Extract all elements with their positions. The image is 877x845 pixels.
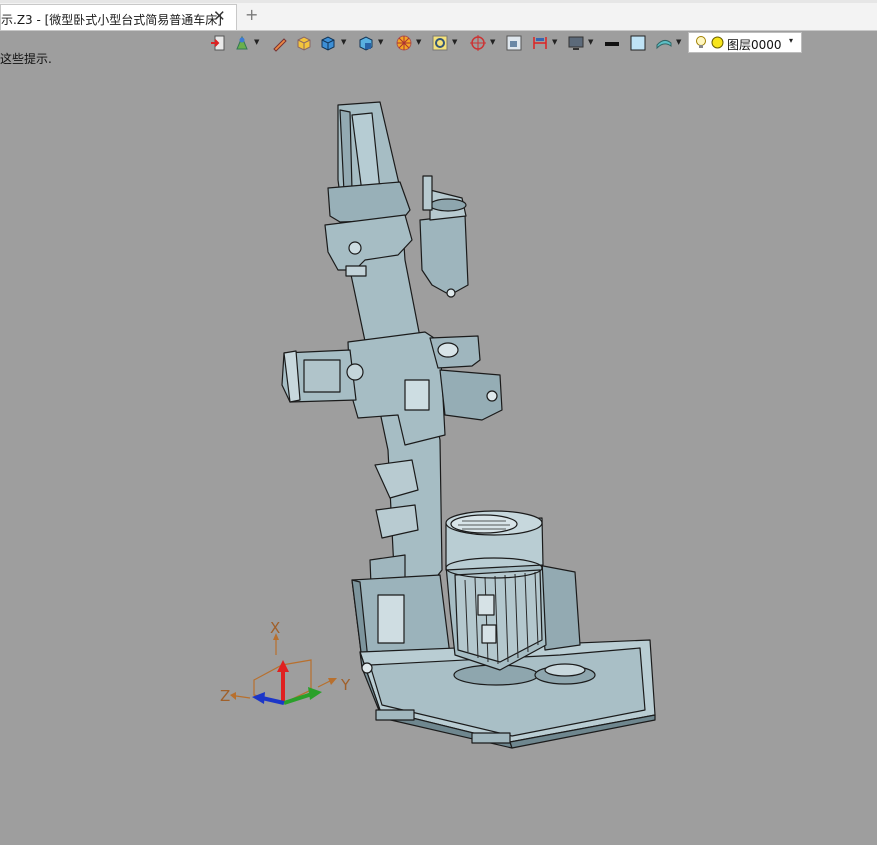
cube-section-icon[interactable] (357, 34, 375, 52)
lightbulb-icon[interactable] (694, 35, 708, 50)
box-icon[interactable] (295, 34, 313, 52)
paint-icon[interactable] (233, 34, 251, 52)
target-icon[interactable] (469, 34, 487, 52)
layer-status-icon[interactable] (711, 36, 724, 49)
chevron-down-icon[interactable]: ▼ (416, 38, 421, 46)
y-axis-arrow (283, 692, 313, 705)
x-axis-label: X (270, 619, 280, 637)
surface-icon[interactable] (655, 34, 673, 52)
chevron-down-icon[interactable]: ▼ (378, 38, 383, 46)
3d-viewport[interactable]: X Y Z (0, 70, 877, 845)
document-tab[interactable]: 示.Z3 - [微型卧式小型台式简易普通车床] ✕ (0, 4, 237, 30)
chevron-down-icon[interactable]: ▼ (254, 38, 259, 46)
y-axis-label: Y (340, 676, 351, 694)
chevron-down-icon[interactable]: ▼ (452, 38, 457, 46)
chevron-down-icon[interactable]: ▼ (341, 38, 346, 46)
layer-dropdown[interactable]: 图层0000 ▾ (688, 32, 802, 53)
chevron-down-icon[interactable]: ▾ (789, 36, 793, 45)
close-icon[interactable]: ✕ (213, 7, 226, 25)
pen-icon[interactable] (271, 34, 289, 52)
wheel-icon[interactable] (395, 34, 413, 52)
z-axis-arrow (261, 696, 285, 705)
display-icon[interactable] (567, 34, 585, 52)
chevron-down-icon[interactable]: ▼ (490, 38, 495, 46)
exit-icon[interactable] (209, 34, 227, 52)
tab-bar-top-strip (0, 0, 877, 3)
dimension-icon[interactable] (531, 34, 549, 52)
add-tab-icon[interactable]: + (245, 7, 258, 23)
frame-icon[interactable] (505, 34, 523, 52)
chevron-down-icon[interactable]: ▼ (552, 38, 557, 46)
z-axis-label: Z (220, 687, 230, 705)
line-black-icon[interactable] (603, 34, 621, 52)
tab-bar: 示.Z3 - [微型卧式小型台式简易普通车床] ✕ + (0, 0, 877, 31)
layer-label: 图层0000 (727, 38, 782, 52)
cube-icon[interactable] (319, 34, 337, 52)
chevron-down-icon[interactable]: ▼ (676, 38, 681, 46)
chevron-down-icon[interactable]: ▼ (588, 38, 593, 46)
color-square-icon[interactable] (629, 34, 647, 52)
coordinate-triad: X Y Z (220, 619, 351, 705)
hint-text: 这些提示. (0, 52, 52, 66)
lathe-model[interactable] (281, 101, 656, 749)
view-icon[interactable] (431, 34, 449, 52)
document-tab-title: 示.Z3 - [微型卧式小型台式简易普通车床] (1, 13, 222, 27)
